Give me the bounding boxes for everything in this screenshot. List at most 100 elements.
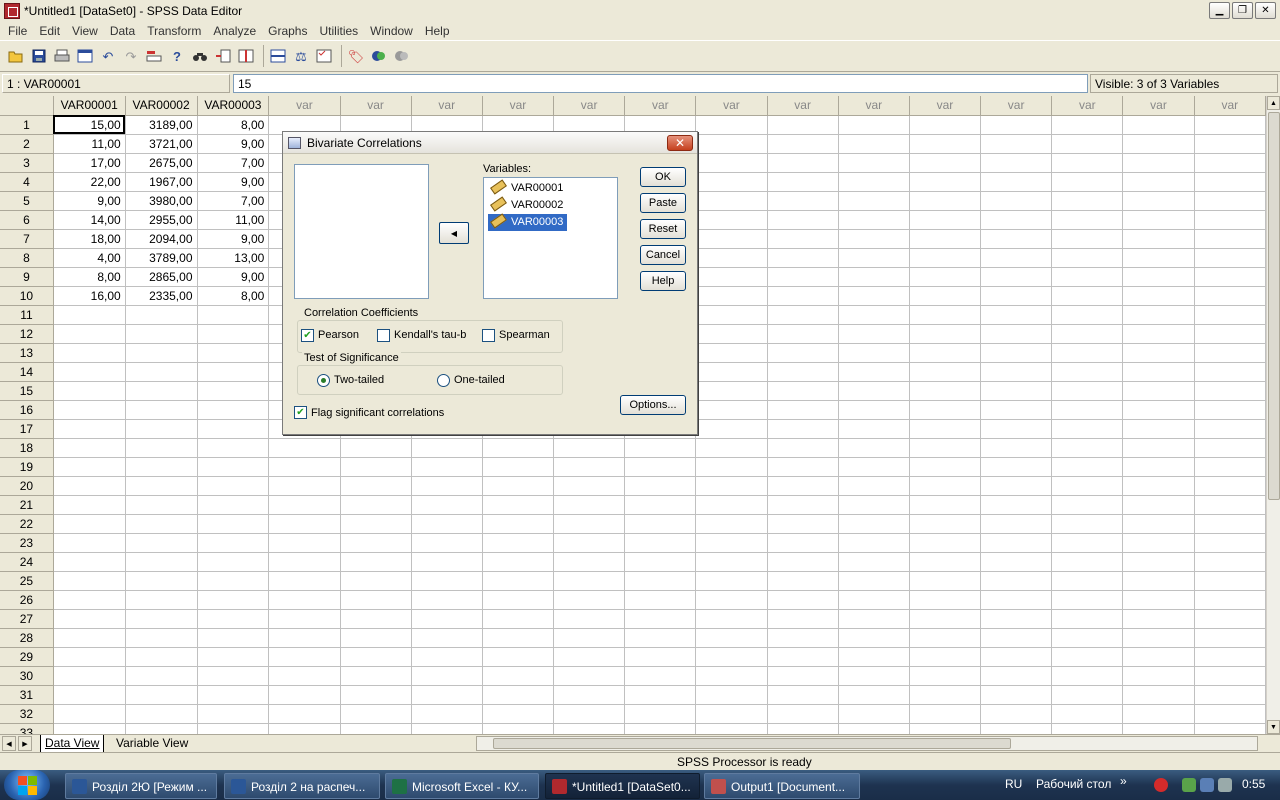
column-header[interactable]: VAR00001 [53,96,126,116]
data-cell[interactable] [767,438,839,458]
data-cell[interactable] [1051,305,1124,325]
data-cell[interactable] [838,172,910,192]
data-cell[interactable] [125,400,198,420]
data-cell[interactable] [695,229,768,249]
cancel-button[interactable]: Cancel [640,245,686,265]
data-cell[interactable] [411,571,483,591]
data-cell[interactable] [1051,210,1124,230]
data-cell[interactable] [53,533,126,553]
dialog-title-bar[interactable]: Bivariate Correlations ✕ [283,132,697,154]
data-cell[interactable] [125,419,198,439]
column-header[interactable]: var [1122,96,1195,116]
data-cell[interactable] [411,514,483,534]
data-cell[interactable]: 3789,00 [125,248,198,268]
data-cell[interactable] [482,609,555,629]
data-cell[interactable] [1122,704,1195,724]
column-header[interactable]: var [340,96,412,116]
data-cell[interactable] [1051,400,1124,420]
data-cell[interactable] [909,438,982,458]
data-cell[interactable] [695,476,768,496]
data-cell[interactable] [268,438,341,458]
data-cell[interactable] [340,495,412,515]
row-header[interactable]: 11 [0,305,54,325]
data-cell[interactable] [197,457,270,477]
data-cell[interactable] [340,723,412,734]
data-cell[interactable] [909,153,982,173]
data-cell[interactable] [838,533,910,553]
data-cell[interactable] [909,172,982,192]
data-cell[interactable] [624,609,697,629]
data-cell[interactable] [909,324,982,344]
data-cell[interactable]: 2094,00 [125,229,198,249]
data-cell[interactable] [411,685,483,705]
data-cell[interactable] [1051,267,1124,287]
data-cell[interactable] [268,590,341,610]
data-cell[interactable] [767,723,839,734]
data-cell[interactable] [695,134,768,154]
data-cell[interactable] [411,495,483,515]
data-cell[interactable] [980,172,1053,192]
data-cell[interactable] [1051,685,1124,705]
data-cell[interactable] [1051,248,1124,268]
data-cell[interactable] [909,115,982,135]
data-cell[interactable] [838,457,910,477]
data-cell[interactable] [197,419,270,439]
data-cell[interactable] [1122,609,1195,629]
data-cell[interactable] [553,514,626,534]
row-header[interactable]: 29 [0,647,54,667]
data-cell[interactable] [1194,685,1266,705]
column-header[interactable]: var [980,96,1053,116]
data-cell[interactable] [838,191,910,211]
data-cell[interactable] [482,704,555,724]
data-cell[interactable] [1194,438,1266,458]
data-cell[interactable] [1051,362,1124,382]
row-header[interactable]: 7 [0,229,54,249]
row-header[interactable]: 4 [0,172,54,192]
data-cell[interactable]: 8,00 [197,286,270,306]
row-header[interactable]: 13 [0,343,54,363]
data-cell[interactable] [1194,590,1266,610]
data-cell[interactable] [1194,172,1266,192]
data-cell[interactable] [553,533,626,553]
data-cell[interactable] [125,590,198,610]
selected-variables-list[interactable]: VAR00001 VAR00002 VAR00003 [483,177,618,299]
data-cell[interactable] [1122,286,1195,306]
data-cell[interactable] [197,495,270,515]
horizontal-scroll-thumb[interactable] [493,738,1011,749]
row-header[interactable]: 10 [0,286,54,306]
data-cell[interactable] [695,685,768,705]
data-cell[interactable] [411,438,483,458]
data-cell[interactable] [980,533,1053,553]
data-cell[interactable] [624,552,697,572]
data-cell[interactable] [695,267,768,287]
value-labels-icon[interactable]: 🏷 [346,46,366,66]
help-button[interactable]: Help [640,271,686,291]
tab-next-icon[interactable]: ▶ [18,736,32,751]
data-cell[interactable] [1122,476,1195,496]
safely-remove-icon[interactable] [1182,778,1196,792]
data-cell[interactable] [53,609,126,629]
data-cell[interactable] [838,590,910,610]
data-cell[interactable] [125,609,198,629]
data-cell[interactable] [553,609,626,629]
data-cell[interactable] [1122,457,1195,477]
data-cell[interactable] [1122,685,1195,705]
variable-item[interactable]: VAR00001 [488,179,567,197]
data-cell[interactable] [482,685,555,705]
data-cell[interactable] [482,457,555,477]
data-cell[interactable] [125,305,198,325]
data-cell[interactable] [340,533,412,553]
column-header[interactable]: var [411,96,483,116]
data-cell[interactable] [482,666,555,686]
data-cell[interactable] [553,552,626,572]
data-cell[interactable] [980,343,1053,363]
data-cell[interactable] [1051,628,1124,648]
data-cell[interactable] [624,495,697,515]
menu-analyze[interactable]: Analyze [207,24,262,38]
data-cell[interactable] [1122,533,1195,553]
task-word-2[interactable]: Розділ 2 на распеч... [224,773,380,799]
data-cell[interactable] [553,666,626,686]
data-cell[interactable] [1194,533,1266,553]
data-cell[interactable] [695,704,768,724]
row-header[interactable]: 27 [0,609,54,629]
